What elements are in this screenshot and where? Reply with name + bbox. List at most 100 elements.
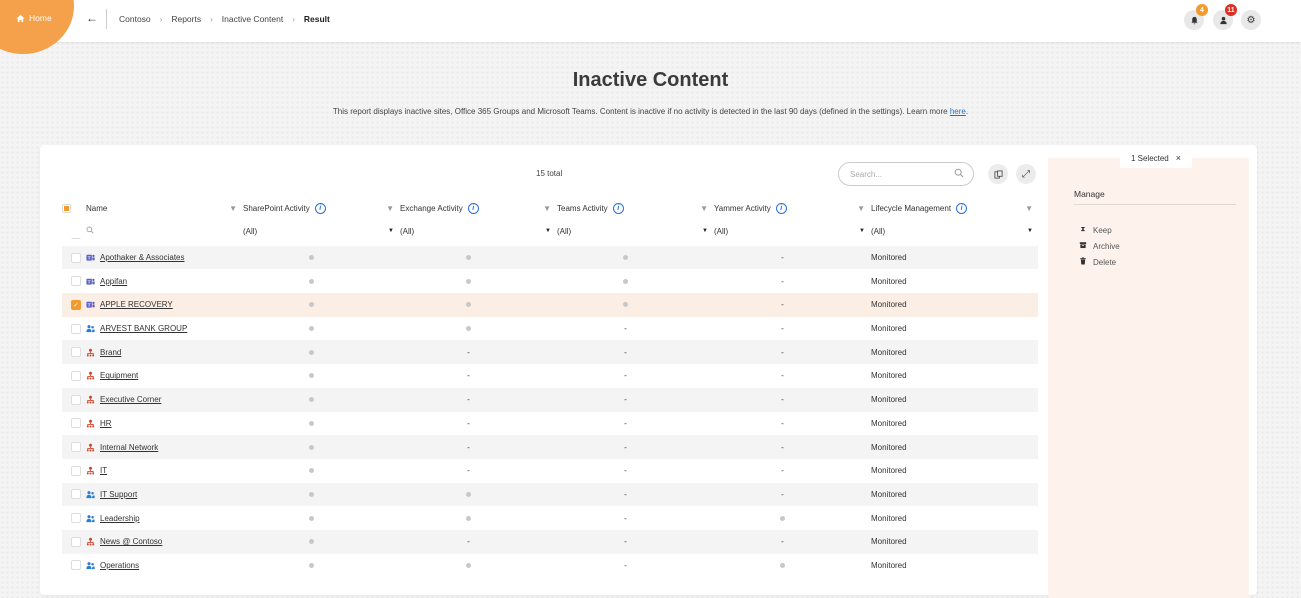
column-lifecycle-label: Lifecycle Management [871, 204, 951, 213]
row-checkbox[interactable] [71, 395, 81, 405]
column-header-teams[interactable]: Teams Activityi ▼ [557, 203, 714, 214]
column-header-sharepoint[interactable]: SharePoint Activityi ▼ [243, 203, 400, 214]
table-row[interactable]: IT---Monitored [62, 459, 1038, 483]
archive-icon [1079, 241, 1087, 251]
breadcrumb-inactive-content[interactable]: Inactive Content [222, 14, 283, 24]
info-icon[interactable]: i [315, 203, 326, 214]
info-icon[interactable]: i [956, 203, 967, 214]
keep-action[interactable]: ⧗ Keep [1079, 222, 1120, 238]
item-name-link[interactable]: News @ Contoso [100, 537, 162, 546]
table-row[interactable]: Internal Network---Monitored [62, 435, 1038, 459]
teams-filter-select[interactable]: (All) ▼ [557, 227, 714, 236]
filter-funnel-icon[interactable]: ▼ [857, 204, 865, 213]
row-checkbox[interactable] [71, 560, 81, 570]
table-row[interactable]: Executive Corner---Monitored [62, 388, 1038, 412]
sharepoint-filter-select[interactable]: (All) ▼ [243, 227, 400, 236]
table-row[interactable]: ✓TAPPLE RECOVERY-Monitored [62, 293, 1038, 317]
export-button[interactable] [988, 164, 1008, 184]
table-row[interactable]: Equipment---Monitored [62, 364, 1038, 388]
notifications-button[interactable]: 4 [1184, 10, 1204, 30]
lifecycle-cell: Monitored [871, 490, 1038, 499]
item-name-link[interactable]: Executive Corner [100, 395, 161, 404]
item-name-link[interactable]: IT [100, 466, 107, 475]
table-row[interactable]: News @ Contoso---Monitored [62, 530, 1038, 554]
item-name-link[interactable]: Equipment [100, 371, 138, 380]
lifecycle-cell: Monitored [871, 253, 1038, 262]
exchange-activity-cell: - [400, 466, 557, 475]
activity-dot-icon [309, 563, 314, 568]
delete-action[interactable]: Delete [1079, 254, 1120, 270]
column-name-label: Name [86, 204, 107, 213]
row-checkbox[interactable] [71, 466, 81, 476]
name-filter[interactable] [86, 226, 243, 236]
info-icon[interactable]: i [613, 203, 624, 214]
info-icon[interactable]: i [776, 203, 787, 214]
row-checkbox[interactable] [71, 324, 81, 334]
search-input[interactable] [848, 169, 954, 180]
row-checkbox[interactable] [71, 253, 81, 263]
column-header-exchange[interactable]: Exchange Activityi ▼ [400, 203, 557, 214]
filter-funnel-icon[interactable]: ▼ [229, 204, 237, 213]
back-arrow-icon[interactable]: ← [86, 11, 98, 25]
search-icon[interactable] [954, 168, 964, 181]
exchange-filter-select[interactable]: (All) ▼ [400, 227, 557, 236]
row-checkbox[interactable] [71, 371, 81, 381]
table-row[interactable]: TApothaker & Associates-Monitored [62, 246, 1038, 270]
row-checkbox[interactable] [71, 347, 81, 357]
table-row[interactable]: TAppifan-Monitored [62, 269, 1038, 293]
row-checkbox[interactable] [71, 489, 81, 499]
table-row[interactable]: Operations-Monitored [62, 554, 1038, 578]
filter-funnel-icon[interactable]: ▼ [700, 204, 708, 213]
activity-dot-icon [309, 279, 314, 284]
row-checkbox[interactable] [71, 537, 81, 547]
home-button[interactable]: Home [16, 13, 52, 23]
table-row[interactable]: ARVEST BANK GROUP--Monitored [62, 317, 1038, 341]
lifecycle-filter-select[interactable]: (All) ▼ [871, 227, 1039, 236]
item-name-link[interactable]: Operations [100, 561, 139, 570]
breadcrumb-reports[interactable]: Reports [171, 14, 201, 24]
column-header-lifecycle[interactable]: Lifecycle Management i ▼ [871, 203, 1039, 214]
row-checkbox[interactable]: ✓ [71, 300, 81, 310]
row-checkbox[interactable] [71, 513, 81, 523]
sharepoint-activity-cell [243, 253, 400, 262]
grid-body[interactable]: TApollo Investment Corporation-Monitored… [62, 236, 1038, 596]
item-name-link[interactable]: Brand [100, 348, 121, 357]
learn-more-link[interactable]: here [950, 107, 966, 116]
row-checkbox[interactable] [71, 442, 81, 452]
teams-activity-cell [557, 300, 714, 309]
table-row[interactable]: HR---Monitored [62, 412, 1038, 436]
activity-dot-icon [623, 302, 628, 307]
filter-funnel-icon[interactable]: ▼ [543, 204, 551, 213]
item-name-link[interactable]: Internal Network [100, 443, 158, 452]
yammer-filter-select[interactable]: (All) ▼ [714, 227, 871, 236]
item-name-link[interactable]: IT Support [100, 490, 137, 499]
item-name-link[interactable]: ARVEST BANK GROUP [100, 324, 187, 333]
user-tasks-button[interactable]: 11 [1213, 10, 1233, 30]
item-name-link[interactable]: HR [100, 419, 112, 428]
yammer-activity-cell: - [714, 348, 871, 357]
table-row[interactable]: Brand---Monitored [62, 340, 1038, 364]
item-name-link[interactable]: Apothaker & Associates [100, 253, 185, 262]
column-header-name[interactable]: Name ▼ [86, 204, 243, 213]
sharepoint-activity-cell [243, 514, 400, 523]
table-row[interactable]: Leadership-Monitored [62, 506, 1038, 530]
column-header-yammer[interactable]: Yammer Activityi ▼ [714, 203, 871, 214]
teams-activity-cell: - [557, 443, 714, 452]
item-name-link[interactable]: APPLE RECOVERY [100, 300, 173, 309]
item-name-link[interactable]: Leadership [100, 514, 140, 523]
sharepoint-activity-cell [243, 324, 400, 333]
filter-funnel-icon[interactable]: ▼ [386, 204, 394, 213]
expand-button[interactable]: ⤢ [1016, 164, 1036, 184]
close-icon[interactable]: × [1176, 153, 1181, 163]
info-icon[interactable]: i [468, 203, 479, 214]
select-all-checkbox[interactable] [62, 204, 71, 213]
archive-action[interactable]: Archive [1079, 238, 1120, 254]
table-row[interactable]: IT Support--Monitored [62, 483, 1038, 507]
item-name-link[interactable]: Appifan [100, 277, 127, 286]
settings-button[interactable]: ⚙ [1241, 10, 1261, 30]
filter-funnel-icon[interactable]: ▼ [1025, 204, 1033, 213]
breadcrumb-contoso[interactable]: Contoso [119, 14, 151, 24]
row-checkbox[interactable] [71, 276, 81, 286]
row-checkbox[interactable] [71, 418, 81, 428]
teams-activity-cell: - [557, 537, 714, 546]
